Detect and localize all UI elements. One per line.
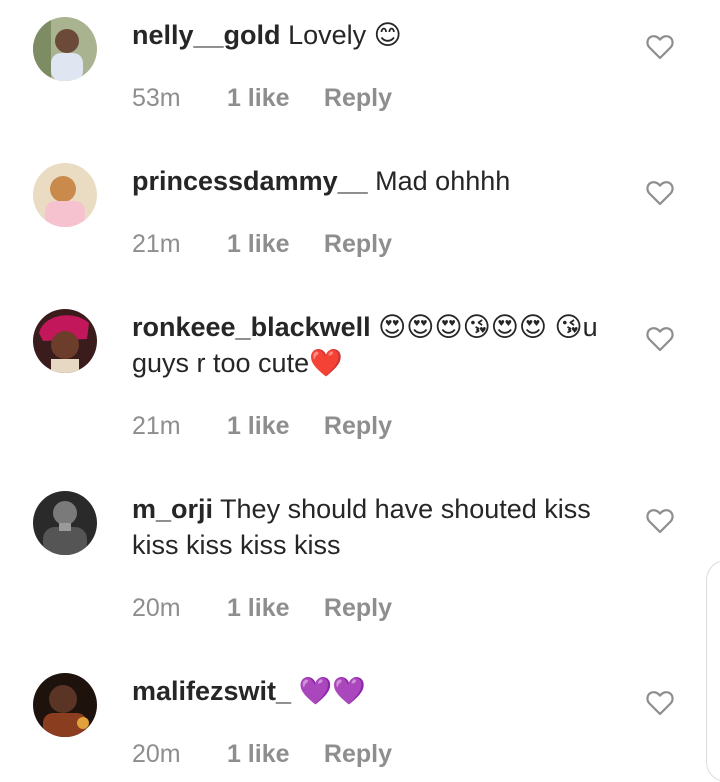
comment-like-count[interactable]: 1 like — [227, 412, 317, 441]
comment-like-count[interactable]: 1 like — [227, 740, 317, 769]
reply-button[interactable]: Reply — [324, 412, 392, 440]
comment-username[interactable]: m_orji — [132, 494, 213, 524]
comment-timestamp: 21m — [132, 412, 181, 440]
avatar[interactable] — [33, 163, 97, 227]
reply-button[interactable]: Reply — [324, 594, 392, 622]
comment-text: Mad ohhhh — [375, 166, 511, 196]
comment-text: 💜💜 — [298, 676, 366, 706]
heart-outline-icon[interactable] — [646, 508, 674, 534]
avatar[interactable] — [33, 673, 97, 737]
comment-timestamp: 21m — [132, 230, 181, 258]
avatar[interactable] — [33, 17, 97, 81]
comment-username[interactable]: malifezswit_ — [132, 676, 291, 706]
reply-button[interactable]: Reply — [324, 740, 392, 768]
comment-timestamp: 20m — [132, 740, 181, 768]
reply-button[interactable]: Reply — [324, 230, 392, 258]
comment-like-count[interactable]: 1 like — [227, 230, 317, 259]
heart-outline-icon[interactable] — [646, 326, 674, 352]
avatar[interactable] — [33, 309, 97, 373]
comment-timestamp: 20m — [132, 594, 181, 622]
avatar[interactable] — [33, 491, 97, 555]
comment-username[interactable]: nelly__gold — [132, 20, 281, 50]
comment-timestamp: 53m — [132, 84, 181, 112]
comment-username[interactable]: princessdammy__ — [132, 166, 368, 196]
comment-like-count[interactable]: 1 like — [227, 84, 317, 113]
comment-username[interactable]: ronkeee_blackwell — [132, 312, 371, 342]
reply-button[interactable]: Reply — [324, 84, 392, 112]
comment-like-count[interactable]: 1 like — [227, 594, 317, 623]
heart-outline-icon[interactable] — [646, 180, 674, 206]
comment-text: Lovely 😊 — [288, 20, 402, 50]
heart-outline-icon[interactable] — [646, 34, 674, 60]
heart-outline-icon[interactable] — [646, 690, 674, 716]
scroll-handle[interactable] — [706, 560, 720, 782]
